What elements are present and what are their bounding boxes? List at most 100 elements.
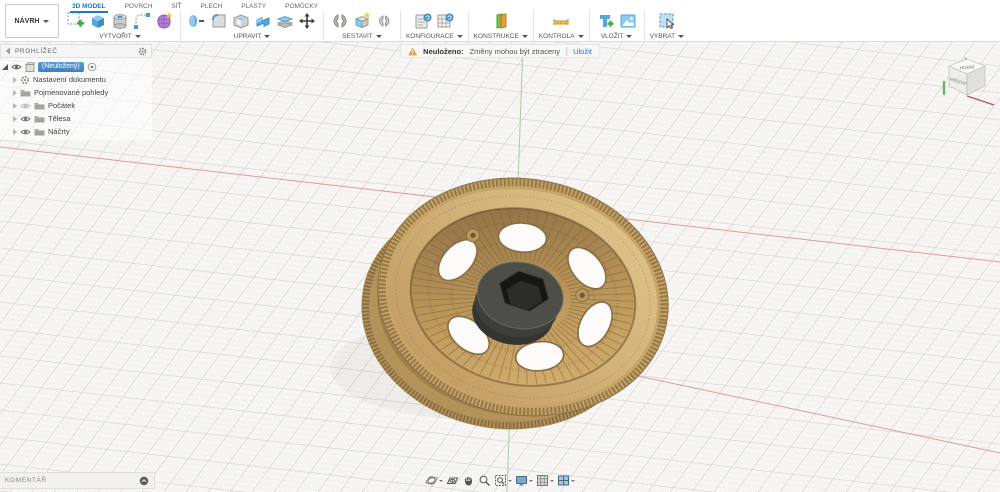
comments-expand-icon[interactable]: [139, 476, 149, 486]
look-at-button[interactable]: [445, 473, 460, 488]
tree-item-label: Pojmenované pohledy: [34, 88, 109, 97]
configuration-button[interactable]: [412, 10, 434, 32]
tree-item-label: Nastavení dokumentu: [33, 75, 106, 84]
gear-icon: [20, 75, 30, 84]
zoom-button[interactable]: [477, 473, 492, 488]
assemble-group-label[interactable]: SESTAVIT: [342, 33, 382, 40]
configuration-table-button[interactable]: [434, 10, 456, 32]
orbit-button[interactable]: [424, 473, 444, 488]
orbit-icon: [425, 476, 438, 485]
chevron-down-icon: [508, 479, 512, 482]
insert-group-label[interactable]: VLOŽIT: [601, 33, 633, 40]
toolbar-group-insert: VLOŽIT: [592, 10, 642, 40]
joint-icon: [333, 14, 347, 28]
browser-tree: (Neuložený) Nastavení dokumentu Pojmenov…: [0, 58, 152, 140]
tree-item-sketches[interactable]: Náčrty: [2, 125, 152, 138]
as-built-joint-button[interactable]: [373, 10, 395, 32]
construction-plane-icon: [496, 13, 507, 29]
tree-item-origin[interactable]: Počátek: [2, 99, 152, 112]
chevron-down-icon: [375, 35, 382, 38]
comments-label: KOMENTÁŘ: [5, 477, 47, 484]
tree-item-bodies[interactable]: Tělesa: [2, 112, 152, 125]
tree-root-row[interactable]: (Neuložený): [2, 60, 152, 73]
collapsed-triangle-icon[interactable]: [13, 76, 17, 83]
grid-settings-button[interactable]: [535, 473, 555, 488]
save-link[interactable]: Uložit: [573, 47, 592, 56]
collapsed-triangle-icon[interactable]: [13, 128, 17, 135]
chevron-down-icon: [134, 35, 141, 38]
display-settings-icon: [516, 476, 527, 486]
extrude-button[interactable]: [87, 10, 109, 32]
fit-button[interactable]: [493, 473, 513, 488]
collapsed-triangle-icon[interactable]: [13, 89, 17, 96]
pan-icon: [464, 477, 472, 486]
document-name[interactable]: (Neuložený): [38, 61, 84, 72]
eye-icon[interactable]: [20, 128, 31, 136]
press-pull-button[interactable]: [186, 10, 208, 32]
joint-button[interactable]: [329, 10, 351, 32]
eye-icon[interactable]: [20, 115, 31, 123]
tree-item-label: Počátek: [48, 101, 76, 110]
eye-icon[interactable]: [11, 63, 22, 71]
chevron-down-icon: [264, 35, 271, 38]
select-button[interactable]: [656, 10, 678, 32]
construct-group-label[interactable]: KONSTRUKCE: [474, 33, 528, 40]
view-cube[interactable]: HORNÍ PŘEDNÍ: [936, 52, 998, 117]
collapsed-triangle-icon[interactable]: [13, 102, 17, 109]
x-axis-line: [966, 95, 995, 106]
new-component-button[interactable]: [351, 10, 373, 32]
gear-icon[interactable]: [138, 47, 147, 56]
shell-button[interactable]: [230, 10, 252, 32]
browser-header[interactable]: PROHLÍŽEČ: [0, 44, 152, 58]
create-sketch-button[interactable]: [65, 10, 87, 32]
fillet-button[interactable]: [208, 10, 230, 32]
pan-button[interactable]: [461, 473, 476, 488]
tree-item-named-views[interactable]: Pojmenované pohledy: [2, 86, 152, 99]
hole-icon: [113, 14, 127, 29]
expanded-triangle-icon[interactable]: [2, 63, 8, 70]
toolbar-group-configure: KONFIGURACE: [403, 10, 466, 40]
navigation-bar: [424, 473, 576, 488]
measure-button[interactable]: [550, 10, 572, 32]
comments-bar[interactable]: KOMENTÁŘ: [0, 472, 155, 489]
display-settings-button[interactable]: [514, 473, 534, 488]
activate-radio-icon[interactable]: [87, 62, 97, 72]
inspect-group-label[interactable]: KONTROLA: [539, 33, 584, 40]
toolbar-group-select: VYBRAT: [647, 10, 688, 40]
collapsed-triangle-icon[interactable]: [13, 115, 17, 122]
chevron-down-icon: [626, 35, 633, 38]
viewcube-top-label: HORNÍ: [959, 63, 975, 70]
eye-icon[interactable]: [20, 102, 31, 110]
insert-derive-icon: [599, 15, 614, 27]
tree-item-document-settings[interactable]: Nastavení dokumentu: [2, 73, 152, 86]
browser-panel: PROHLÍŽEČ (Neuložený) Nastavení dokument…: [0, 44, 152, 140]
sweep-button[interactable]: [131, 10, 153, 32]
select-group-label[interactable]: VYBRAT: [650, 33, 685, 40]
configure-group-label[interactable]: KONFIGURACE: [406, 33, 463, 40]
design-menu-button[interactable]: NÁVRH: [5, 4, 59, 38]
split-body-button[interactable]: [274, 10, 296, 32]
sweep-icon: [134, 13, 150, 29]
folder-icon: [20, 90, 31, 97]
folder-icon: [34, 116, 45, 123]
create-form-button[interactable]: [153, 10, 175, 32]
notification-message: Změny mohou být ztraceny: [469, 46, 561, 56]
notification-title: Neuloženo:: [423, 46, 464, 56]
toolbar-group-construct: KONSTRUKCE: [471, 10, 531, 40]
hole-button[interactable]: [109, 10, 131, 32]
combine-button[interactable]: [252, 10, 274, 32]
canvas-image-button[interactable]: [617, 10, 639, 32]
select-icon: [659, 13, 675, 30]
toolbar-separator: [588, 11, 590, 41]
modify-group-label[interactable]: UPRAVIT: [234, 33, 271, 40]
chevron-down-icon: [43, 19, 50, 23]
chevron-down-icon: [577, 35, 584, 38]
create-sketch-icon: [67, 12, 84, 27]
move-button[interactable]: [296, 10, 318, 32]
create-group-label[interactable]: VYTVOŘIT: [99, 33, 141, 40]
create-form-icon: [157, 12, 173, 29]
chevron-down-icon: [550, 479, 554, 482]
viewports-button[interactable]: [556, 473, 576, 488]
insert-derive-button[interactable]: [595, 10, 617, 32]
construction-plane-button[interactable]: [490, 10, 512, 32]
